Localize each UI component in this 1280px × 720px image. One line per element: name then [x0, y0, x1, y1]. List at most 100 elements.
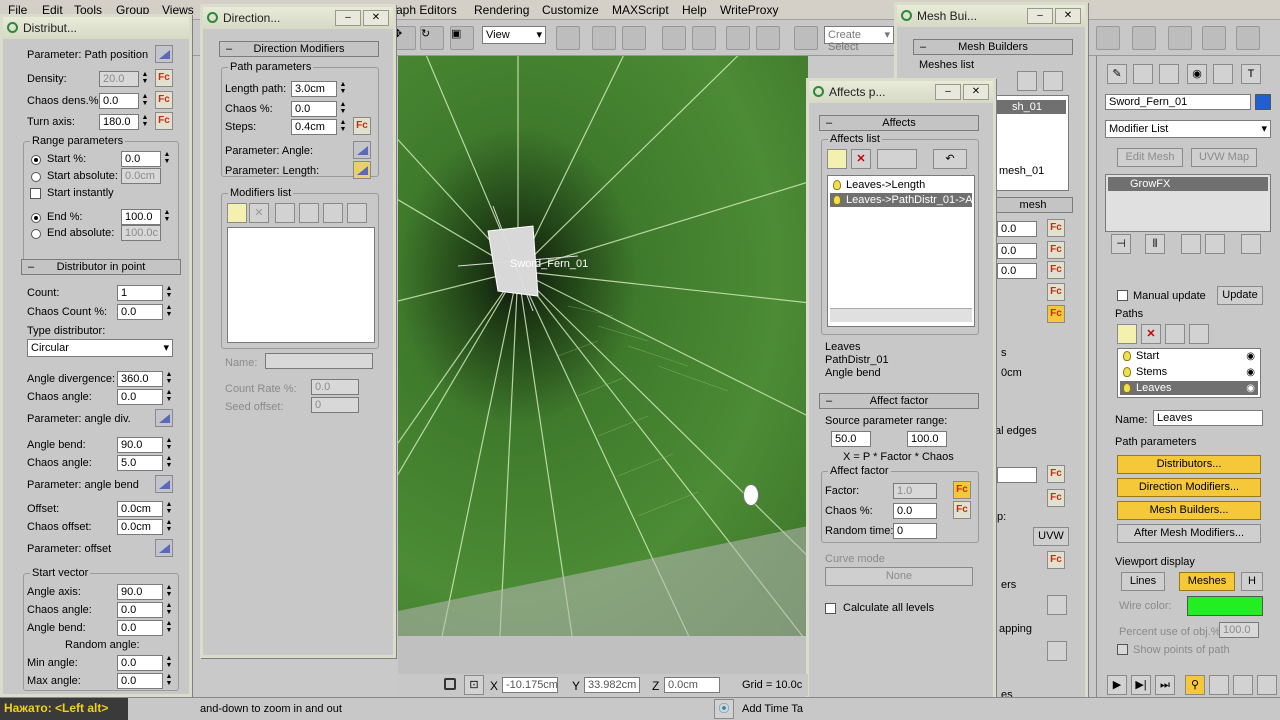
motion-tab-icon[interactable]: ◉	[1187, 64, 1207, 84]
param-angle-div-button[interactable]	[155, 409, 173, 427]
chaos-offset-spinner[interactable]: 0.0cm	[117, 519, 163, 535]
delete-affect-icon[interactable]: ✕	[851, 149, 871, 169]
utilities-tab-icon[interactable]: T	[1241, 64, 1261, 84]
angle-div-spinner[interactable]: 360.0	[117, 371, 163, 387]
end-abs-spinner[interactable]: 100.0c	[121, 225, 161, 241]
mesh-tool2-icon[interactable]	[1043, 71, 1063, 91]
calculate-all-checkbox[interactable]	[825, 603, 836, 614]
render-setup-icon[interactable]	[1168, 26, 1192, 50]
angle-axis-spinner[interactable]: 90.0	[117, 584, 163, 600]
new-path-icon[interactable]	[1117, 324, 1137, 344]
percent-snap-icon[interactable]	[726, 26, 750, 50]
turn-axis-curve-button[interactable]: Fc	[155, 112, 173, 130]
turn-axis-arrows[interactable]: ▲ ▼	[141, 114, 149, 130]
mesh-value2[interactable]: 0.0	[997, 243, 1037, 259]
direction-modifiers-button[interactable]: Direction Modifiers...	[1117, 478, 1261, 497]
mesh-curve4[interactable]: Fc	[1047, 283, 1065, 301]
eye-icon[interactable]: ◉	[1246, 350, 1255, 363]
wire-color-swatch[interactable]	[1187, 596, 1263, 616]
angle-bend-arrows[interactable]: ▲ ▼	[165, 437, 173, 453]
source-min-spinner[interactable]: 50.0	[831, 431, 871, 447]
angle-bend3-arrows[interactable]: ▲ ▼	[165, 620, 173, 636]
mesh-curve2[interactable]: Fc	[1047, 241, 1065, 259]
menu-help[interactable]: Help	[682, 3, 707, 17]
affect-item-length[interactable]: Leaves->Length	[830, 178, 972, 192]
object-color-swatch[interactable]	[1255, 94, 1271, 110]
link-affect-icon[interactable]	[877, 149, 917, 169]
named-selection-input[interactable]: Create Select	[824, 26, 894, 53]
chaos-count-spinner[interactable]: 0.0	[117, 304, 163, 320]
mesh-curve1[interactable]: Fc	[1047, 219, 1065, 237]
minimize-icon[interactable]: –	[935, 84, 961, 100]
path-item-start[interactable]: Start ◉	[1120, 349, 1258, 363]
mesh-builders-button[interactable]: Mesh Builders...	[1117, 501, 1261, 520]
path-name-input[interactable]: Leaves	[1153, 410, 1263, 426]
make-unique-icon[interactable]	[1181, 234, 1201, 254]
lines-button[interactable]: Lines	[1121, 572, 1165, 591]
start-pct-arrows[interactable]: ▲ ▼	[163, 151, 171, 167]
chaos-count-arrows[interactable]: ▲ ▼	[165, 304, 173, 320]
close-icon[interactable]: ✕	[363, 10, 389, 26]
mesh-curve3[interactable]: Fc	[1047, 261, 1065, 279]
offset-arrows[interactable]: ▲ ▼	[165, 501, 173, 517]
play-icon[interactable]: ▶	[1107, 675, 1127, 695]
start-pct-radio[interactable]	[31, 155, 41, 165]
chaos-angle-spinner[interactable]: 0.0	[117, 389, 163, 405]
param-length-button[interactable]	[353, 161, 371, 179]
random-time-spinner[interactable]: 0	[893, 523, 937, 539]
y-coordinate[interactable]: 33.982cm	[584, 677, 640, 693]
minimize-icon[interactable]: –	[335, 10, 361, 26]
percent-use-spinner[interactable]: 100.0	[1219, 622, 1259, 638]
param-angle-bend-button[interactable]	[155, 475, 173, 493]
pivot-icon[interactable]	[556, 26, 580, 50]
h-button[interactable]: H	[1241, 572, 1263, 591]
new-modifier-icon[interactable]	[227, 203, 247, 223]
direction-modifiers-rollout[interactable]: – Direction Modifiers	[219, 41, 379, 57]
end-pct-arrows[interactable]: ▲ ▼	[163, 209, 171, 225]
mesh-uvw-button[interactable]: UVW	[1033, 527, 1069, 546]
start-pct-spinner[interactable]: 0.0	[121, 151, 161, 167]
min-angle-arrows[interactable]: ▲ ▼	[165, 655, 173, 671]
curve-mode-none-button[interactable]: None	[825, 567, 973, 586]
density-curve-button[interactable]: Fc	[155, 69, 173, 87]
menu-graph-editors[interactable]: aph Editors	[396, 3, 457, 17]
mesh-list-icon[interactable]	[1047, 595, 1067, 615]
menu-rendering[interactable]: Rendering	[474, 3, 529, 17]
hierarchy-tab-icon[interactable]	[1159, 64, 1179, 84]
distributors-button[interactable]: Distributors...	[1117, 455, 1261, 474]
paths-listbox[interactable]: Start ◉ Stems ◉ Leaves ◉	[1117, 348, 1261, 398]
mesh-value4[interactable]	[997, 467, 1037, 483]
new-affect-icon[interactable]	[827, 149, 847, 169]
edit-mesh-button[interactable]: Edit Mesh	[1117, 148, 1183, 167]
mesh-curve5[interactable]: Fc	[1047, 305, 1065, 323]
length-path-spinner[interactable]: 3.0cm	[291, 81, 337, 97]
add-time-tag[interactable]: Add Time Ta	[742, 703, 803, 715]
angle-snap-icon[interactable]	[692, 26, 716, 50]
length-path-arrows[interactable]: ▲ ▼	[339, 81, 347, 97]
chaos-angle3-spinner[interactable]: 0.0	[117, 602, 163, 618]
perspective-viewport[interactable]: Sword_Fern_01	[398, 56, 808, 636]
chaos-angle3-arrows[interactable]: ▲ ▼	[165, 602, 173, 618]
modify-tab-icon[interactable]	[1133, 64, 1153, 84]
steps-arrows[interactable]: ▲ ▼	[339, 119, 347, 135]
menu-writeproxy[interactable]: WriteProxy	[720, 3, 778, 17]
affect-item-pathdistr[interactable]: Leaves->PathDistr_01->Ar	[830, 193, 972, 207]
eye-icon[interactable]: ◉	[1246, 382, 1255, 395]
after-mesh-modifiers-button[interactable]: After Mesh Modifiers...	[1117, 524, 1261, 543]
next-frame-icon[interactable]: ▶|	[1131, 675, 1151, 695]
param-offset-button[interactable]	[155, 539, 173, 557]
affects-rollout[interactable]: – Affects	[819, 115, 979, 131]
manual-update-checkbox[interactable]	[1117, 290, 1128, 301]
edit-named-selection-icon[interactable]	[794, 26, 818, 50]
chaos-offset-arrows[interactable]: ▲ ▼	[165, 519, 173, 535]
param-graph-button[interactable]	[155, 45, 173, 63]
display-tab-icon[interactable]	[1213, 64, 1233, 84]
count-rate-spinner[interactable]: 0.0	[311, 379, 359, 395]
close-icon[interactable]: ✕	[1055, 8, 1081, 24]
rotate-icon[interactable]: ↻	[420, 26, 444, 50]
material-editor-icon[interactable]	[1132, 26, 1156, 50]
snap-icon[interactable]	[662, 26, 686, 50]
mesh-curve8[interactable]: Fc	[1047, 551, 1065, 569]
pick-affect-icon[interactable]: ↶	[933, 149, 967, 169]
reference-coord-dropdown[interactable]: View	[482, 26, 546, 44]
